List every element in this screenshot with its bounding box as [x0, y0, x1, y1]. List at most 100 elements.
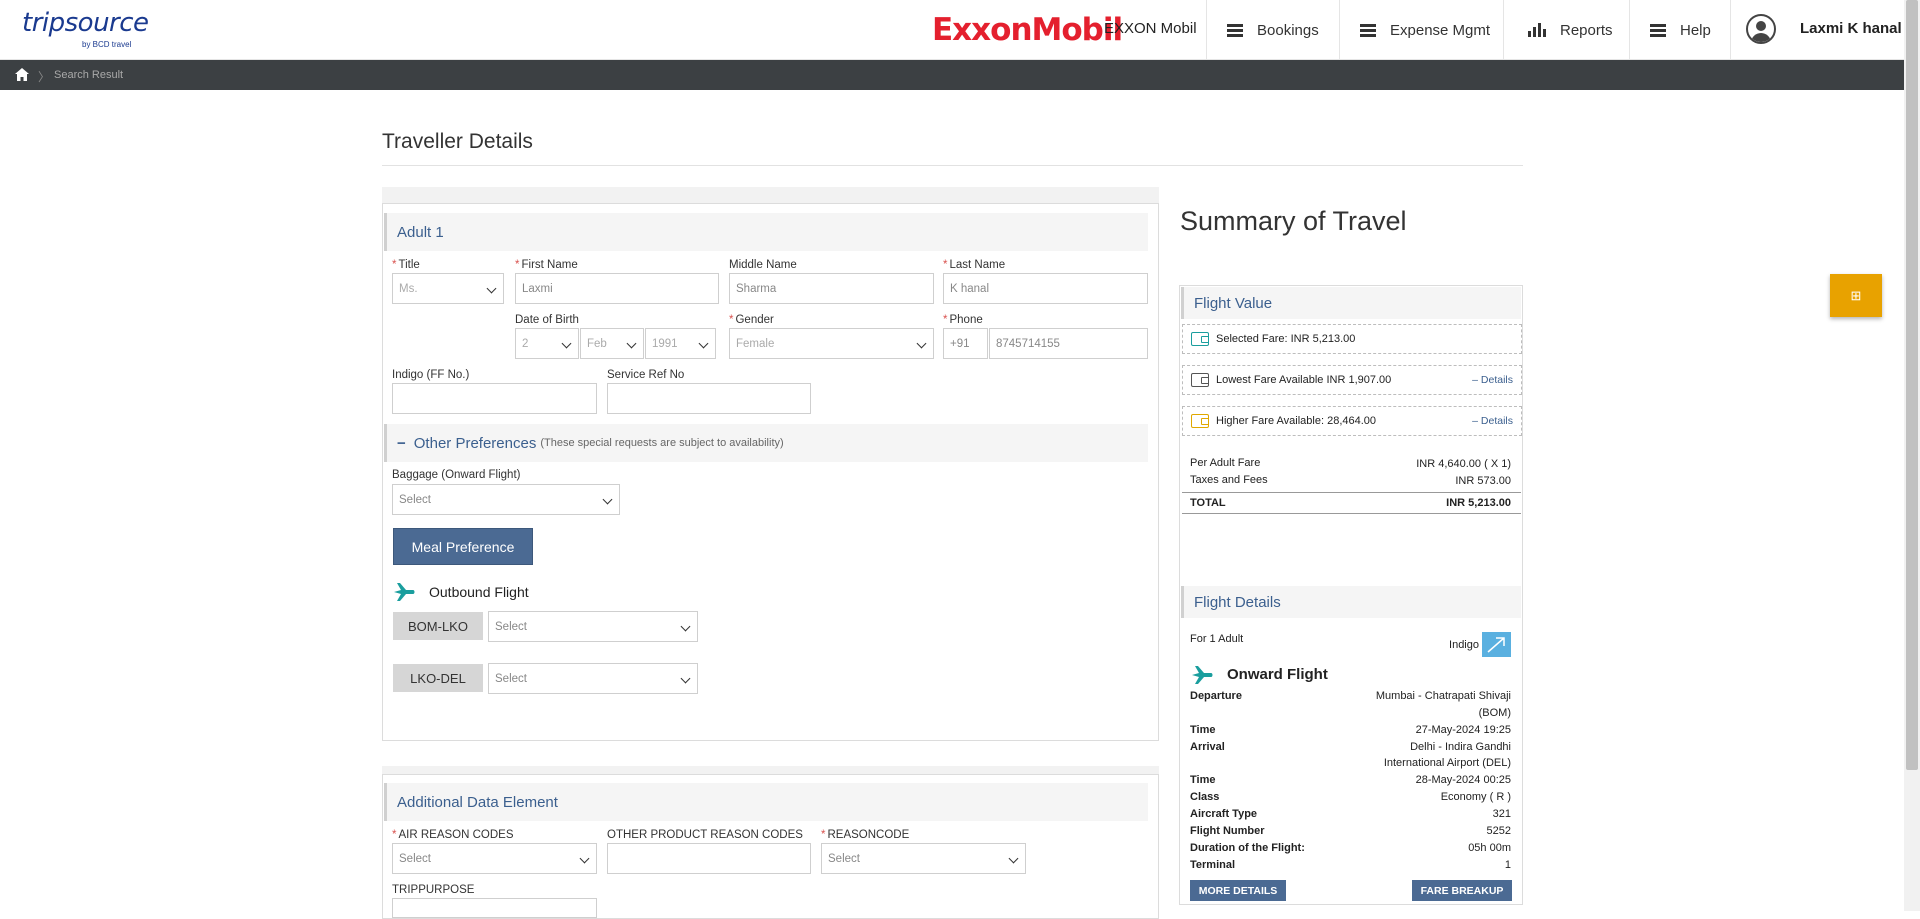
trip-purpose-label: TRIPPURPOSE [392, 884, 475, 896]
logo-subtext: by BCD travel [82, 40, 132, 49]
user-name[interactable]: Laxmi K hanal [1800, 20, 1902, 37]
phone-input[interactable]: 8745714155 [989, 328, 1148, 359]
last-name-label: * Last Name [943, 259, 1006, 271]
air-reason-label: * AIR REASON CODES [392, 829, 514, 841]
user-avatar-icon[interactable] [1746, 14, 1776, 44]
breadcrumb-separator-icon: 〉 [38, 70, 51, 84]
trip-purpose-input[interactable] [392, 898, 597, 918]
per-adult-label: Per Adult Fare [1190, 457, 1261, 469]
middle-name-input[interactable]: Sharma [729, 273, 934, 304]
service-ref-input[interactable] [607, 383, 811, 414]
collapse-icon: − [397, 434, 406, 452]
additional-data-heading: Additional Data Element [384, 783, 1148, 821]
breadcrumb-current[interactable]: Search Result [54, 69, 123, 81]
nav-reports-label: Reports [1560, 21, 1613, 39]
air-reason-select[interactable]: Select [392, 843, 597, 874]
more-details-button[interactable]: MORE DETAILS [1190, 880, 1286, 901]
first-name-input[interactable]: Laxmi [515, 273, 719, 304]
baggage-select[interactable]: Select [392, 484, 620, 515]
nav-bookings[interactable]: Bookings [1206, 0, 1339, 60]
tripsource-logo[interactable]: tripsource by BCD travel [22, 8, 149, 49]
total-label: TOTAL [1190, 497, 1226, 509]
flight-detail-label: Flight Number [1190, 825, 1265, 837]
panel-top-strip [382, 187, 1159, 203]
wallet-icon [1191, 332, 1209, 346]
higher-fare-details-link[interactable]: – Details [1472, 415, 1513, 427]
wallet-icon [1191, 373, 1209, 387]
flight-detail-label: Time [1190, 774, 1216, 786]
dob-year-select[interactable]: 1991 [645, 328, 716, 359]
adult-section-heading: Adult 1 [384, 213, 1148, 251]
segment-meal-select[interactable]: Select [488, 663, 698, 694]
list-icon [1227, 22, 1243, 39]
dob-day-select[interactable]: 2 [515, 328, 579, 359]
panel-top-strip [382, 766, 1159, 774]
reasoncode-select[interactable]: Select [821, 843, 1026, 874]
title-divider [382, 165, 1523, 166]
title-label: * Title [392, 259, 420, 271]
onward-flight-label: Onward Flight [1227, 666, 1328, 683]
flight-detail-label: Duration of the Flight: [1190, 842, 1305, 854]
dob-month-select[interactable]: Feb [580, 328, 644, 359]
breadcrumb-bar [0, 60, 1904, 90]
taxes-label: Taxes and Fees [1190, 474, 1268, 486]
baggage-label: Baggage (Onward Flight) [392, 469, 521, 481]
flight-detail-label: Aircraft Type [1190, 808, 1258, 820]
first-name-label: * First Name [515, 259, 578, 271]
lowest-fare-details-link[interactable]: – Details [1472, 374, 1513, 386]
middle-name-label: Middle Name [729, 259, 797, 271]
higher-fare-text: Higher Fare Available: 28,464.00 [1216, 415, 1377, 427]
fare-breakup-button[interactable]: FARE BREAKUP [1412, 880, 1512, 901]
page-scrollbar-thumb[interactable] [1906, 0, 1918, 770]
lowest-fare-text: Lowest Fare Available INR 1,907.00 [1216, 374, 1392, 386]
service-ref-label: Service Ref No [607, 369, 685, 381]
title-select[interactable]: Ms. [392, 273, 504, 304]
other-preferences-note: (These special requests are subject to a… [540, 437, 784, 449]
segment-route-label: BOM-LKO [393, 612, 483, 640]
ff-number-input[interactable] [392, 383, 597, 414]
meal-preference-button[interactable]: Meal Preference [393, 528, 533, 565]
nav-help[interactable]: Help [1629, 0, 1730, 60]
airline-name: Indigo [1449, 639, 1479, 651]
widget-toggle-icon[interactable]: ⊞ [1830, 274, 1882, 317]
flight-detail-label: Class [1190, 791, 1220, 803]
dob-label: Date of Birth [515, 314, 579, 326]
home-icon[interactable] [15, 68, 29, 81]
selected-fare-text: Selected Fare: INR 5,213.00 [1216, 333, 1356, 345]
flight-detail-label: Arrival [1190, 740, 1225, 753]
nav-reports[interactable]: Reports [1503, 0, 1629, 60]
wallet-icon [1191, 414, 1209, 428]
gender-select[interactable]: Female [729, 328, 934, 359]
nav-expense-mgmt[interactable]: Expense Mgmt [1339, 0, 1503, 60]
taxes-value: INR 573.00 [1455, 475, 1511, 487]
flight-detail-value: 321 [1492, 808, 1511, 820]
other-preferences-heading: Other Preferences [413, 434, 537, 452]
list-icon [1360, 22, 1376, 39]
flight-detail-value: 28-May-2024 00:25 [1415, 774, 1511, 786]
selected-fare-row: Selected Fare: INR 5,213.00 [1182, 324, 1522, 354]
outbound-flight-label: Outbound Flight [429, 584, 529, 600]
phone-code-input[interactable]: +91 [943, 328, 988, 359]
summary-title: Summary of Travel [1180, 206, 1407, 236]
logo-text: tripsource [22, 8, 149, 38]
lowest-fare-row: Lowest Fare Available INR 1,907.00 – Det… [1182, 365, 1522, 395]
ff-number-label: Indigo (FF No.) [392, 369, 470, 381]
flight-detail-value: 5252 [1486, 825, 1511, 837]
segment-meal-select[interactable]: Select [488, 611, 698, 642]
plane-icon [394, 583, 415, 601]
flight-detail-value: Mumbai - Chatrapati Shivaji [1375, 690, 1511, 702]
plane-icon [1192, 666, 1213, 684]
nav-user-divider [1730, 0, 1731, 60]
nav-bookings-label: Bookings [1257, 21, 1319, 39]
flight-detail-value: 05h 00m [1468, 842, 1511, 854]
nav-help-label: Help [1680, 21, 1711, 39]
other-preferences-toggle[interactable]: − Other Preferences (These special reque… [384, 424, 1148, 462]
gender-label: * Gender [729, 314, 774, 326]
last-name-input[interactable]: K hanal [943, 273, 1148, 304]
page-title: Traveller Details [382, 130, 533, 153]
company-name: EXXON Mobil [1104, 20, 1197, 37]
total-value: INR 5,213.00 [1446, 497, 1511, 509]
flight-detail-value: Economy ( R ) [1440, 791, 1511, 803]
top-navigation-bar: tripsource by BCD travel ExxonMobil EXXO… [0, 0, 1904, 60]
other-reason-input[interactable] [607, 843, 811, 874]
